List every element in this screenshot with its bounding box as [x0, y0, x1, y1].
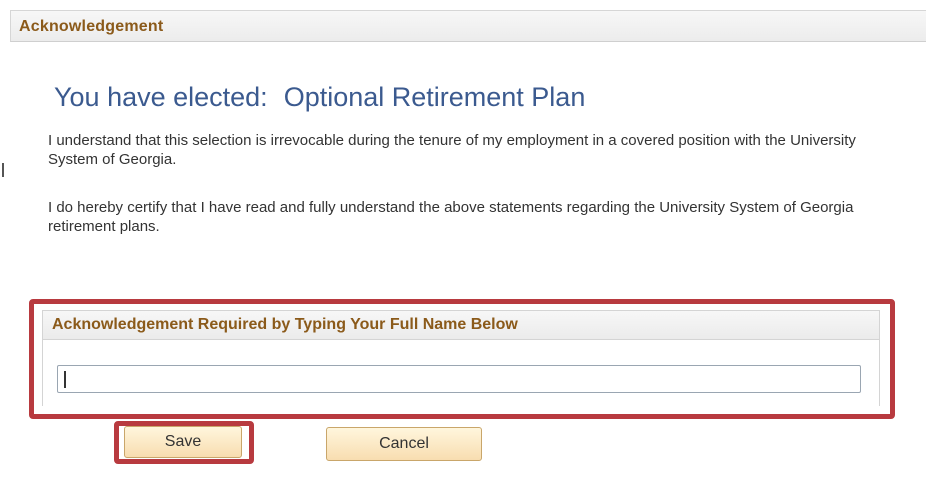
save-button[interactable]: Save [124, 426, 242, 458]
section-header: Acknowledgement [10, 10, 926, 42]
full-name-input[interactable] [57, 365, 861, 393]
cancel-button[interactable]: Cancel [326, 427, 482, 461]
window-edge-mark [2, 163, 4, 177]
acknowledgement-subheader: Acknowledgement Required by Typing Your … [42, 310, 880, 340]
election-prefix: You have elected: [54, 82, 268, 112]
irrevocable-statement: I understand that this selection is irre… [48, 132, 856, 168]
acknowledgement-subheader-title: Acknowledgement Required by Typing Your … [52, 316, 518, 333]
certification-statement: I do hereby certify that I have read and… [48, 199, 854, 235]
section-title: Acknowledgement [19, 18, 164, 35]
acknowledgement-highlight-box: Acknowledgement Required by Typing Your … [29, 299, 895, 419]
text-cursor [64, 371, 66, 388]
acknowledgement-page: Acknowledgement You have elected: Optiona… [0, 0, 926, 483]
elected-plan-name: Optional Retirement Plan [283, 82, 586, 112]
election-summary: You have elected: Optional Retirement Pla… [54, 82, 585, 113]
